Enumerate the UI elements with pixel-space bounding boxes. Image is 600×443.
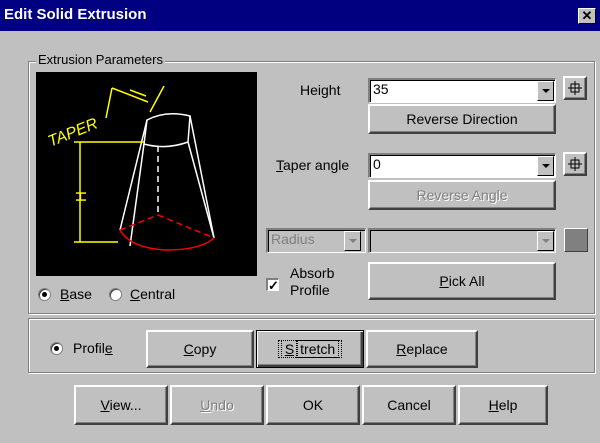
extrusion-diagram: TAPER H xyxy=(46,85,215,251)
replace-button[interactable]: Replace xyxy=(366,330,478,368)
profile-radio[interactable] xyxy=(50,342,63,355)
reverse-direction-button[interactable]: Reverse Direction xyxy=(368,104,556,134)
profile-type-dropdown-button[interactable] xyxy=(344,231,361,251)
taper-pick-button[interactable] xyxy=(563,152,587,176)
taper-angle-label: Taper angle xyxy=(276,157,350,173)
ok-button[interactable]: OK xyxy=(266,385,360,425)
profile-secondary-select[interactable] xyxy=(368,228,556,253)
view-button[interactable]: View... xyxy=(74,385,168,425)
height-value: 35 xyxy=(373,81,389,97)
absorb-profile-label: Absorb Profile xyxy=(290,265,335,298)
undo-button[interactable]: Undo xyxy=(170,385,264,425)
cancel-button[interactable]: Cancel xyxy=(362,385,456,425)
extrusion-preview: TAPER H xyxy=(36,72,257,276)
crosshair-icon xyxy=(568,81,582,95)
help-button[interactable]: Help xyxy=(458,385,548,425)
pick-all-button[interactable]: Pick All xyxy=(368,262,556,300)
base-radio[interactable] xyxy=(38,288,51,301)
crosshair-icon xyxy=(568,157,582,171)
taper-label: TAPER xyxy=(46,115,101,150)
height-input[interactable]: 35 xyxy=(368,78,556,103)
color-swatch[interactable] xyxy=(564,228,588,252)
height-label: Height xyxy=(300,82,341,98)
height-dropdown-button[interactable] xyxy=(537,81,554,101)
height-label: H xyxy=(73,191,90,202)
reverse-angle-button[interactable]: Reverse Angle xyxy=(368,180,556,210)
central-radio[interactable] xyxy=(109,288,122,301)
window-title: Edit Solid Extrusion xyxy=(4,6,147,23)
taper-angle-value: 0 xyxy=(373,156,381,172)
close-button[interactable]: ✕ xyxy=(578,8,596,24)
profile-secondary-dropdown-button[interactable] xyxy=(537,231,554,251)
copy-button[interactable]: Copy xyxy=(146,330,254,368)
absorb-profile-checkbox[interactable]: ✓ xyxy=(266,278,279,292)
height-pick-button[interactable] xyxy=(563,76,587,100)
extrusion-parameters-legend: Extrusion Parameters xyxy=(36,52,165,67)
base-radio-label: Base xyxy=(60,286,92,302)
taper-angle-dropdown-button[interactable] xyxy=(537,156,554,176)
stretch-button[interactable]: Stretch xyxy=(256,330,364,368)
taper-angle-input[interactable]: 0 xyxy=(368,153,556,178)
profile-radio-label: Profile xyxy=(73,340,113,356)
central-radio-label: Central xyxy=(130,286,176,302)
